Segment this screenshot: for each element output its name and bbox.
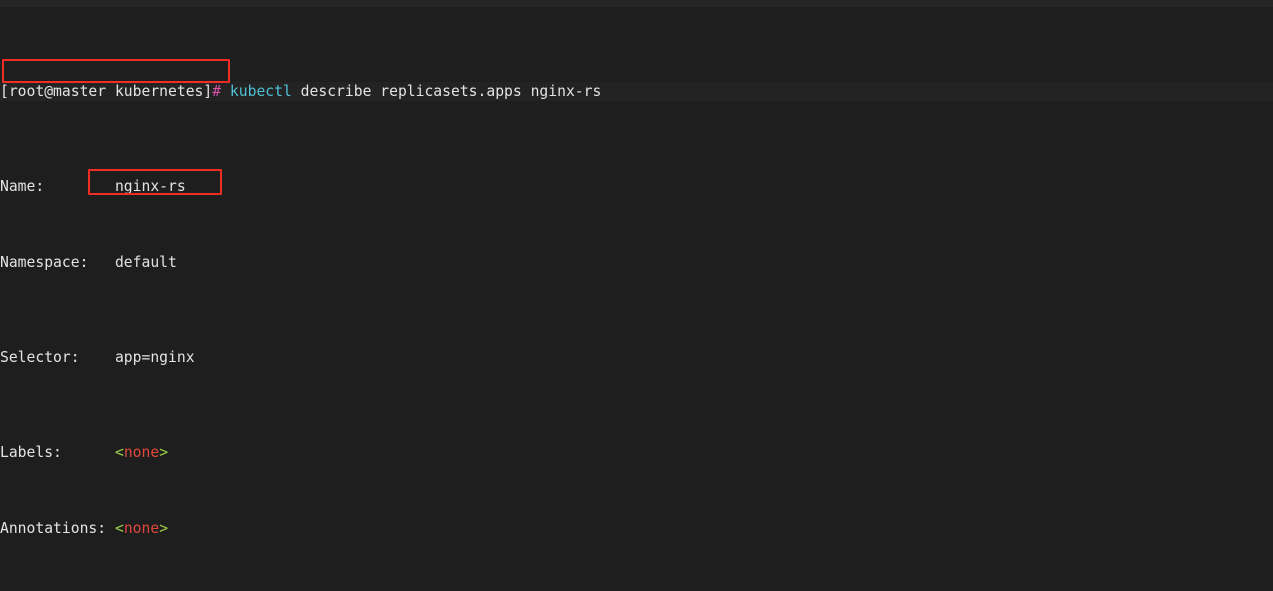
- field-value-annotations: none: [123, 520, 160, 537]
- field-label-annotations: Annotations:: [0, 520, 107, 537]
- field-value-selector: app=nginx: [114, 349, 195, 366]
- prompt-hash-icon: #: [212, 83, 222, 100]
- field-label-labels: Labels:: [0, 444, 62, 461]
- terminal-output: [root@master kubernetes]# kubectl descri…: [0, 6, 1273, 591]
- field-label-namespace: Namespace:: [0, 254, 89, 271]
- field-label-selector: Selector:: [0, 349, 80, 366]
- field-row-namespace: Namespace: default: [0, 253, 1273, 272]
- command-args: describe replicasets.apps nginx-rs: [291, 83, 602, 100]
- terminal-screen[interactable]: [root@master kubernetes]# kubectl descri…: [0, 0, 1273, 591]
- command-prompt-line[interactable]: [root@master kubernetes]# kubectl descri…: [0, 82, 1273, 101]
- field-row-labels: Labels: <none>: [0, 444, 169, 461]
- field-row-annotations: Annotations: <none>: [0, 520, 169, 537]
- field-value-labels: none: [123, 444, 160, 461]
- prompt-bracket-open: [: [0, 83, 9, 100]
- field-label-name: Name:: [0, 178, 45, 195]
- field-value-name: nginx-rs: [114, 178, 186, 195]
- command-program: kubectl: [229, 83, 292, 100]
- prompt-bracket-close: ]: [203, 83, 213, 100]
- field-value-namespace: default: [114, 254, 177, 271]
- field-row-selector: Selector: app=nginx: [0, 348, 1273, 367]
- prompt-user-host: root@master kubernetes: [8, 83, 204, 100]
- field-row-name: Name: nginx-rs: [0, 177, 1273, 196]
